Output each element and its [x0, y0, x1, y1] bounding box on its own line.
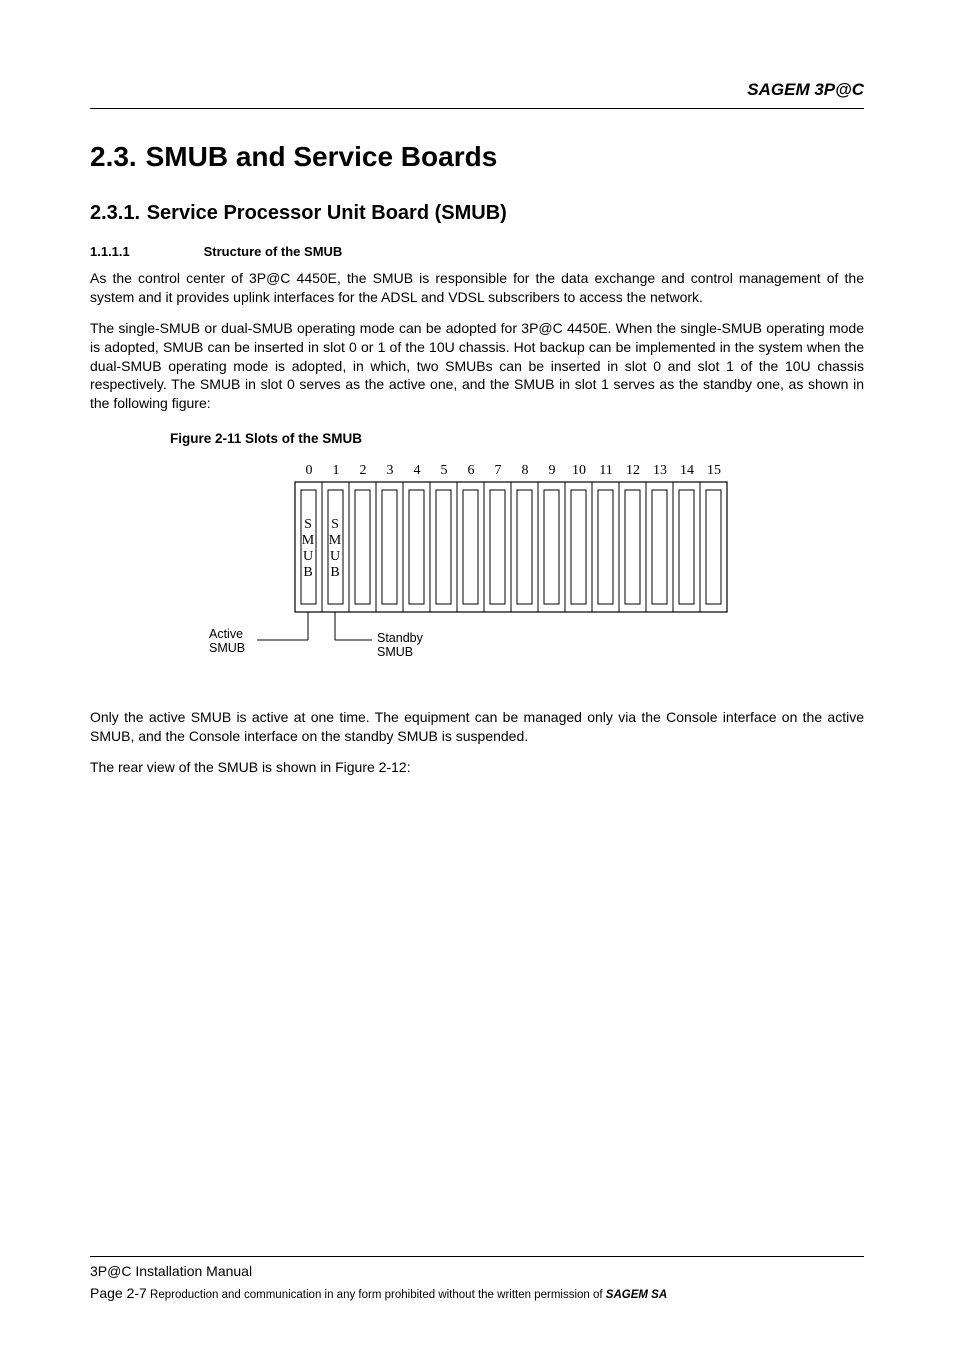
header-brand: SAGEM 3P@C [90, 80, 864, 100]
slot-num-14: 14 [680, 463, 694, 478]
slot-num-13: 13 [653, 463, 667, 478]
section-heading: 2.3. SMUB and Service Boards [90, 137, 864, 174]
structure-title: Structure of the SMUB [204, 244, 343, 259]
slot-num-1: 1 [333, 463, 340, 478]
footer-rule [90, 1256, 864, 1257]
slot-num-10: 10 [572, 463, 586, 478]
slot1-smub-label: S M U B [329, 517, 342, 580]
slot-num-9: 9 [549, 463, 556, 478]
svg-text:S: S [304, 517, 312, 532]
subsection-heading: 2.3.1. Service Processor Unit Board (SMU… [90, 198, 864, 226]
slot-num-4: 4 [414, 463, 421, 478]
slot-num-5: 5 [441, 463, 448, 478]
paragraph-3: Only the active SMUB is active at one ti… [90, 708, 864, 746]
slot-num-2: 2 [360, 463, 367, 478]
figure-caption: Figure 2-11 Slots of the SMUB [170, 431, 864, 446]
slot-num-7: 7 [495, 463, 502, 478]
slot-num-0: 0 [306, 463, 313, 478]
paragraph-1: As the control center of 3P@C 4450E, the… [90, 269, 864, 307]
svg-text:Standby: Standby [377, 631, 424, 645]
svg-text:S: S [331, 517, 339, 532]
figure-slots: 0 1 2 3 4 5 6 7 8 9 10 11 12 13 14 15 [90, 460, 864, 680]
callout-active: Active SMUB [209, 627, 245, 655]
slot-num-3: 3 [387, 463, 394, 478]
section-number: 2.3. [90, 141, 137, 172]
slot-num-6: 6 [468, 463, 475, 478]
slots-diagram: 0 1 2 3 4 5 6 7 8 9 10 11 12 13 14 15 [197, 460, 757, 680]
callout-standby: Standby SMUB [377, 631, 424, 659]
slot-num-15: 15 [707, 463, 721, 478]
footer-manual-title: 3P@C Installation Manual [90, 1263, 864, 1279]
structure-number: 1.1.1.1 [90, 244, 200, 259]
paragraph-2: The single-SMUB or dual-SMUB operating m… [90, 319, 864, 413]
subsection-title: Service Processor Unit Board (SMUB) [147, 202, 507, 224]
slot0-smub-label: S M U B [302, 517, 315, 580]
section-title: SMUB and Service Boards [146, 141, 498, 172]
footer-rights-owner: SAGEM SA [606, 1289, 667, 1301]
page-footer: 3P@C Installation Manual Page 2-7 Reprod… [90, 1256, 864, 1301]
footer-rights-pre: Reproduction and communication in any fo… [147, 1289, 606, 1301]
slot-cells [295, 482, 727, 612]
slot-num-12: 12 [626, 463, 640, 478]
slot-num-11: 11 [599, 463, 612, 478]
header-rule [90, 108, 864, 109]
structure-heading: 1.1.1.1 Structure of the SMUB [90, 244, 864, 259]
svg-text:SMUB: SMUB [377, 645, 413, 659]
slot-num-8: 8 [522, 463, 529, 478]
svg-text:U: U [303, 549, 313, 564]
svg-text:U: U [330, 549, 340, 564]
footer-page-number: Page 2-7 [90, 1285, 147, 1301]
svg-text:B: B [303, 565, 312, 580]
paragraph-4: The rear view of the SMUB is shown in Fi… [90, 758, 864, 777]
svg-text:SMUB: SMUB [209, 641, 245, 655]
svg-text:B: B [330, 565, 339, 580]
svg-text:Active: Active [209, 627, 243, 641]
subsection-number: 2.3.1. [90, 202, 140, 224]
svg-text:M: M [302, 533, 315, 548]
footer-page-line: Page 2-7 Reproduction and communication … [90, 1285, 864, 1301]
svg-text:M: M [329, 533, 342, 548]
